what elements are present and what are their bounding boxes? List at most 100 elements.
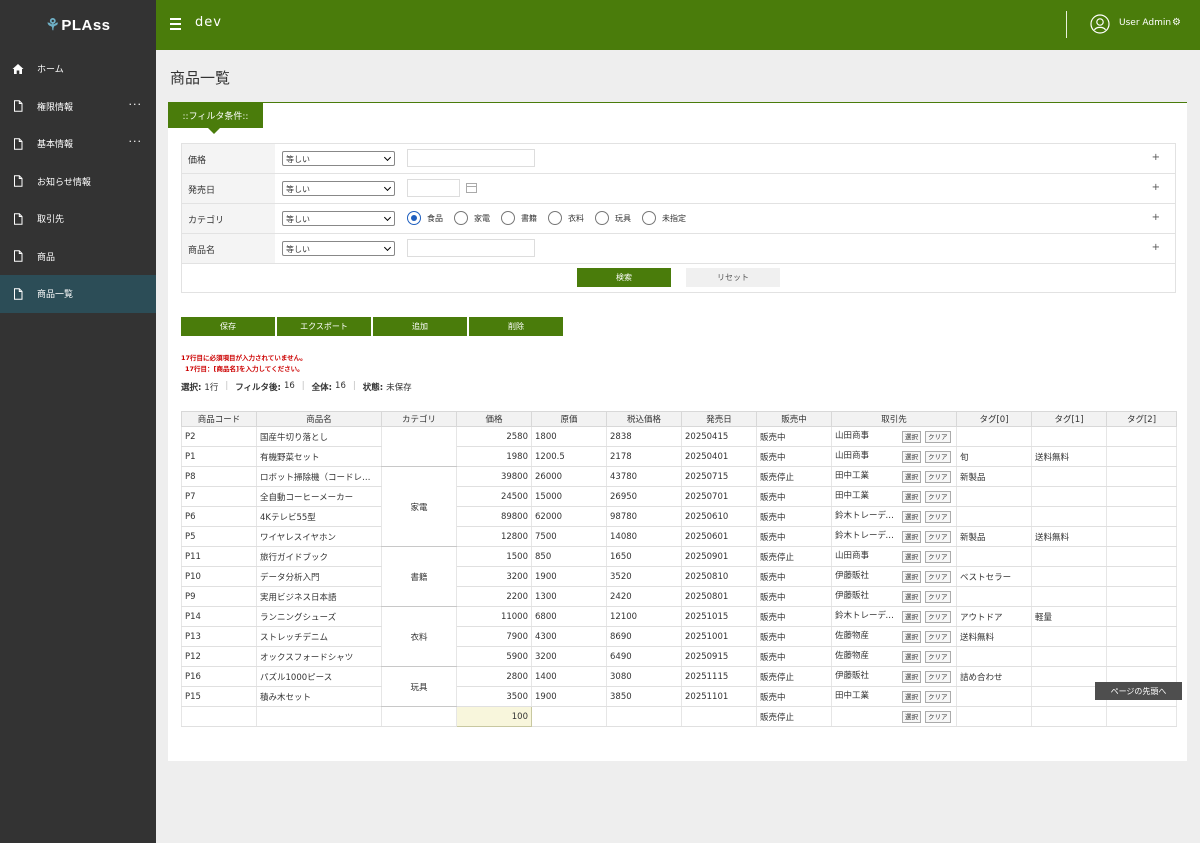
- cell-tag2[interactable]: [1106, 486, 1177, 507]
- cell-tag0[interactable]: ベストセラー: [956, 566, 1032, 587]
- cell-tag2[interactable]: [1106, 606, 1177, 627]
- column-header[interactable]: 発売日: [681, 411, 757, 427]
- table-row[interactable]: P15 積み木セット 3500 1900 3850 20251101 販売中 田中工業 選択 クリ…: [181, 686, 1177, 707]
- cell-status[interactable]: 販売中: [756, 446, 832, 467]
- clear-button[interactable]: クリア: [925, 451, 951, 463]
- category-radio[interactable]: 玩具: [595, 211, 631, 225]
- clear-button[interactable]: クリア: [925, 571, 951, 583]
- filter-tab[interactable]: ::フィルタ条件::: [168, 103, 263, 134]
- cell-price[interactable]: 7900: [456, 626, 532, 647]
- cell-name[interactable]: ストレッチデニム: [256, 626, 382, 647]
- cell-vendor[interactable]: 鈴木トレーディング選択クリア: [831, 606, 957, 627]
- add-condition-plus-icon[interactable]: +: [1152, 152, 1160, 163]
- cell-cost[interactable]: [531, 706, 607, 727]
- cell-vendor[interactable]: 伊藤販社 選択 クリア: [831, 586, 957, 607]
- sidebar-item-products[interactable]: 商品: [0, 238, 156, 276]
- cell-price[interactable]: 2200: [456, 586, 532, 607]
- cell-name[interactable]: 旅行ガイドブック: [256, 546, 382, 567]
- cell-cost[interactable]: 3200: [531, 646, 607, 667]
- cell-name[interactable]: ロボット掃除機（コードレス）: [256, 466, 382, 487]
- cell-cost[interactable]: 7500: [531, 526, 607, 547]
- cell-price[interactable]: 1980: [456, 446, 532, 467]
- cell-name[interactable]: ランニングシューズ: [256, 606, 382, 627]
- cell-name[interactable]: 4Kテレビ55型: [256, 506, 382, 527]
- radio-button-icon[interactable]: [548, 211, 562, 225]
- cell-status[interactable]: 販売停止: [756, 546, 832, 567]
- table-row[interactable]: 100 販売停止 選択 クリア: [181, 706, 1177, 727]
- cell-vendor[interactable]: 田中工業 選択 クリア: [831, 486, 957, 507]
- cell-tag0[interactable]: 送料無料: [956, 626, 1032, 647]
- cell-price[interactable]: 2800: [456, 666, 532, 687]
- clear-button[interactable]: クリア: [925, 491, 951, 503]
- cell-vendor[interactable]: 鈴木トレーディング選択クリア: [831, 526, 957, 547]
- select-button[interactable]: 選択: [902, 491, 921, 503]
- cell-release-date[interactable]: 20250701: [681, 486, 757, 507]
- table-row[interactable]: P6 4Kテレビ55型 89800 62000 98780 20250610 販売中 鈴木トレ…: [181, 506, 1177, 527]
- sidebar-item-permissions[interactable]: 権限情報 ···: [0, 88, 156, 126]
- cell-code[interactable]: P7: [181, 486, 257, 507]
- back-to-top-button[interactable]: ページの先頭へ: [1095, 682, 1182, 700]
- cell-name[interactable]: 実用ビジネス日本語: [256, 586, 382, 607]
- cell-price[interactable]: 1500: [456, 546, 532, 567]
- column-header[interactable]: タグ[2]: [1106, 411, 1177, 427]
- select-button[interactable]: 選択: [902, 651, 921, 663]
- cell-vendor[interactable]: 佐藤物産 選択 クリア: [831, 626, 957, 647]
- cell-release-date[interactable]: 20250715: [681, 466, 757, 487]
- cell-code[interactable]: [181, 706, 257, 727]
- cell-release-date[interactable]: 20250415: [681, 426, 757, 447]
- cell-name[interactable]: ワイヤレスイヤホン: [256, 526, 382, 547]
- cell-release-date[interactable]: [681, 706, 757, 727]
- cell-code[interactable]: P5: [181, 526, 257, 547]
- select-button[interactable]: 選択: [902, 571, 921, 583]
- column-header[interactable]: 取引先: [831, 411, 957, 427]
- cell-name[interactable]: 国産牛切り落とし: [256, 426, 382, 447]
- table-row[interactable]: P16 パズル1000ピース 玩具 2800 1400 3080 20251115 販売停止伊…: [181, 666, 1177, 707]
- cell-status[interactable]: 販売中: [756, 506, 832, 527]
- reset-button[interactable]: リセット: [686, 268, 780, 287]
- cell-tax-price[interactable]: [606, 706, 682, 727]
- table-row[interactable]: P13 ストレッチデニム 7900 4300 8690 20251001 販売中 佐藤物産 選択…: [181, 626, 1177, 647]
- cell-cost[interactable]: 1300: [531, 586, 607, 607]
- clear-button[interactable]: クリア: [925, 531, 951, 543]
- select-button[interactable]: 選択: [902, 691, 921, 703]
- calendar-icon[interactable]: [466, 183, 477, 193]
- table-row[interactable]: P12 オックスフォードシャツ 5900 3200 6490 20250915 販売中 佐藤物…: [181, 646, 1177, 667]
- clear-button[interactable]: クリア: [925, 471, 951, 483]
- table-row[interactable]: P9 実用ビジネス日本語 2200 1300 2420 20250801 販売中 伊藤販社 選択…: [181, 586, 1177, 607]
- cell-cost[interactable]: 1900: [531, 686, 607, 707]
- cell-tax-price[interactable]: 2420: [606, 586, 682, 607]
- cell-status[interactable]: 販売中: [756, 626, 832, 647]
- cell-vendor[interactable]: 田中工業 選択 クリア: [831, 466, 957, 487]
- column-header[interactable]: 商品コード: [181, 411, 257, 427]
- cell-name[interactable]: データ分析入門: [256, 566, 382, 587]
- cell-tag2[interactable]: [1106, 546, 1177, 567]
- cell-cost[interactable]: 4300: [531, 626, 607, 647]
- clear-button[interactable]: クリア: [925, 611, 951, 623]
- select-button[interactable]: 選択: [902, 611, 921, 623]
- cell-tag1[interactable]: 送料無料: [1031, 526, 1107, 547]
- cell-tag0[interactable]: アウトドア: [956, 606, 1032, 627]
- cell-status[interactable]: 販売中: [756, 606, 832, 627]
- cell-tax-price[interactable]: 26950: [606, 486, 682, 507]
- cell-tag2[interactable]: [1106, 526, 1177, 547]
- cell-tax-price[interactable]: 14080: [606, 526, 682, 547]
- cell-tax-price[interactable]: 1650: [606, 546, 682, 567]
- cell-tag1[interactable]: [1031, 506, 1107, 527]
- column-header[interactable]: タグ[0]: [956, 411, 1032, 427]
- cell-release-date[interactable]: 20250810: [681, 566, 757, 587]
- clear-button[interactable]: クリア: [925, 551, 951, 563]
- cell-price[interactable]: 2580: [456, 426, 532, 447]
- filter-operator-select[interactable]: 等しい: [282, 211, 395, 226]
- select-button[interactable]: 選択: [902, 471, 921, 483]
- cell-tax-price[interactable]: 98780: [606, 506, 682, 527]
- radio-button-icon[interactable]: [454, 211, 468, 225]
- cell-code[interactable]: P11: [181, 546, 257, 567]
- cell-vendor[interactable]: 山田商事 選択 クリア: [831, 426, 957, 447]
- sidebar-item-vendors[interactable]: 取引先: [0, 200, 156, 238]
- clear-button[interactable]: クリア: [925, 591, 951, 603]
- cell-cost[interactable]: 26000: [531, 466, 607, 487]
- cell-cost[interactable]: 850: [531, 546, 607, 567]
- cell-price[interactable]: 5900: [456, 646, 532, 667]
- cell-price[interactable]: 3200: [456, 566, 532, 587]
- cell-tag1[interactable]: [1031, 486, 1107, 507]
